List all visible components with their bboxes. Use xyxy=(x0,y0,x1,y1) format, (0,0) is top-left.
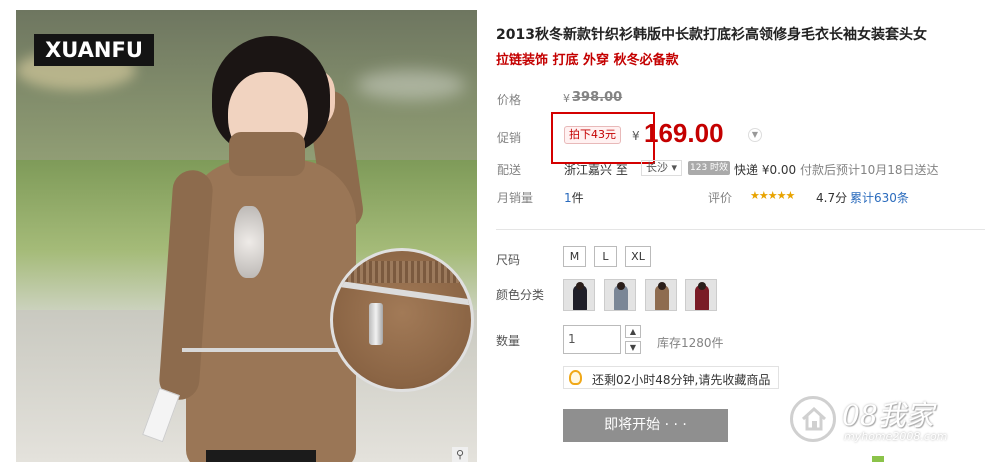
rating-score: 4.7分 xyxy=(816,191,848,205)
promo-tag: 拍下43元 xyxy=(564,126,621,144)
quantity-input[interactable]: 1 xyxy=(563,325,621,354)
delivery-estimate: 付款后预计10月18日送达 xyxy=(800,163,939,177)
star-rating: ★★★★★ xyxy=(750,189,795,202)
rating-label: 评价 xyxy=(708,191,733,205)
promo-label: 促销 xyxy=(497,131,522,145)
sales-count: 1 xyxy=(564,191,572,205)
swatch-head xyxy=(617,282,625,290)
divider xyxy=(496,229,985,230)
sweater-collar xyxy=(229,132,305,176)
currency-symbol: ¥ xyxy=(563,92,570,105)
brand-logo: XUANFU xyxy=(34,34,154,66)
model-legs xyxy=(206,450,316,462)
shipping-label: 配送 xyxy=(497,163,522,177)
swatch-head xyxy=(698,282,706,290)
zipper-track xyxy=(341,281,471,307)
original-price: 398.00 xyxy=(572,90,623,105)
zipper-closeup xyxy=(330,248,474,392)
stock-count: 库存1280件 xyxy=(657,336,724,350)
zipper-detail xyxy=(182,348,352,352)
shipping-info: 快递 ¥0.00 付款后预计10月18日送达 xyxy=(734,161,939,178)
watermark-url: myhome2008.com xyxy=(844,430,948,443)
reminder-text: 还剩02小时48分钟,请先收藏商品 xyxy=(592,373,771,387)
review-count-link[interactable]: 累计630条 xyxy=(850,189,909,206)
background-light xyxy=(356,70,466,100)
shipping-origin: 浙江嘉兴 至 xyxy=(564,163,628,177)
product-title: 2013秋冬新款针织衫韩版中长款打底衫高领修身毛衣长袖女装套头女 xyxy=(496,27,927,43)
swatch-head xyxy=(658,282,666,290)
color-swatch-gray[interactable] xyxy=(604,279,636,311)
size-label: 尺码 xyxy=(496,253,521,267)
chevron-down-icon[interactable]: ▼ xyxy=(748,128,762,142)
sales-unit: 件 xyxy=(571,191,584,205)
countdown-reminder[interactable]: 还剩02小时48分钟,请先收藏商品 xyxy=(563,366,779,389)
size-option-xl[interactable]: XL xyxy=(625,246,651,267)
watermark: 08我家 myhome2008.com xyxy=(790,390,990,460)
lightbulb-icon xyxy=(569,370,582,385)
decorative-mark xyxy=(872,456,884,462)
necklace xyxy=(234,206,264,278)
watermark-brand: 08我家 xyxy=(842,399,934,432)
delivery-badge: 123 时效 xyxy=(688,161,731,175)
product-image[interactable]: XUANFU xyxy=(16,10,477,462)
size-option-l[interactable]: L xyxy=(594,246,617,267)
currency-symbol: ¥ xyxy=(632,129,640,143)
destination-select[interactable]: 长沙 ▾ xyxy=(641,160,683,176)
quantity-label: 数量 xyxy=(496,334,521,348)
rib-knit xyxy=(333,261,471,283)
size-option-m[interactable]: M xyxy=(563,246,586,267)
swatch-head xyxy=(576,282,584,290)
quantity-increase-button[interactable]: ▲ xyxy=(625,325,641,338)
price-info-box: 价格 ¥ 398.00 促销 拍下43元 ¥ 169.00 ▼ 配送 浙江嘉兴 … xyxy=(488,80,985,220)
price-label: 价格 xyxy=(497,93,522,107)
house-icon xyxy=(801,407,827,431)
product-subtitle: 拉链装饰 打底 外穿 秋冬必备款 xyxy=(496,53,679,68)
coming-soon-button[interactable]: 即将开始 · · · xyxy=(563,409,728,442)
color-swatch-black[interactable] xyxy=(563,279,595,311)
express-fee: 快递 ¥0.00 xyxy=(734,163,797,177)
color-swatch-wine[interactable] xyxy=(685,279,717,311)
house-logo-icon xyxy=(790,396,836,442)
promo-price: 169.00 xyxy=(644,118,724,148)
zipper-pull xyxy=(369,303,383,345)
sales-label: 月销量 xyxy=(497,191,534,205)
magnifier-icon[interactable]: ⚲ xyxy=(452,447,468,462)
quantity-decrease-button[interactable]: ▼ xyxy=(625,341,641,354)
destination-value: 长沙 xyxy=(646,161,668,174)
monthly-sales: 1件 xyxy=(564,189,584,206)
color-swatch-camel[interactable] xyxy=(645,279,677,311)
color-label: 颜色分类 xyxy=(496,288,545,302)
